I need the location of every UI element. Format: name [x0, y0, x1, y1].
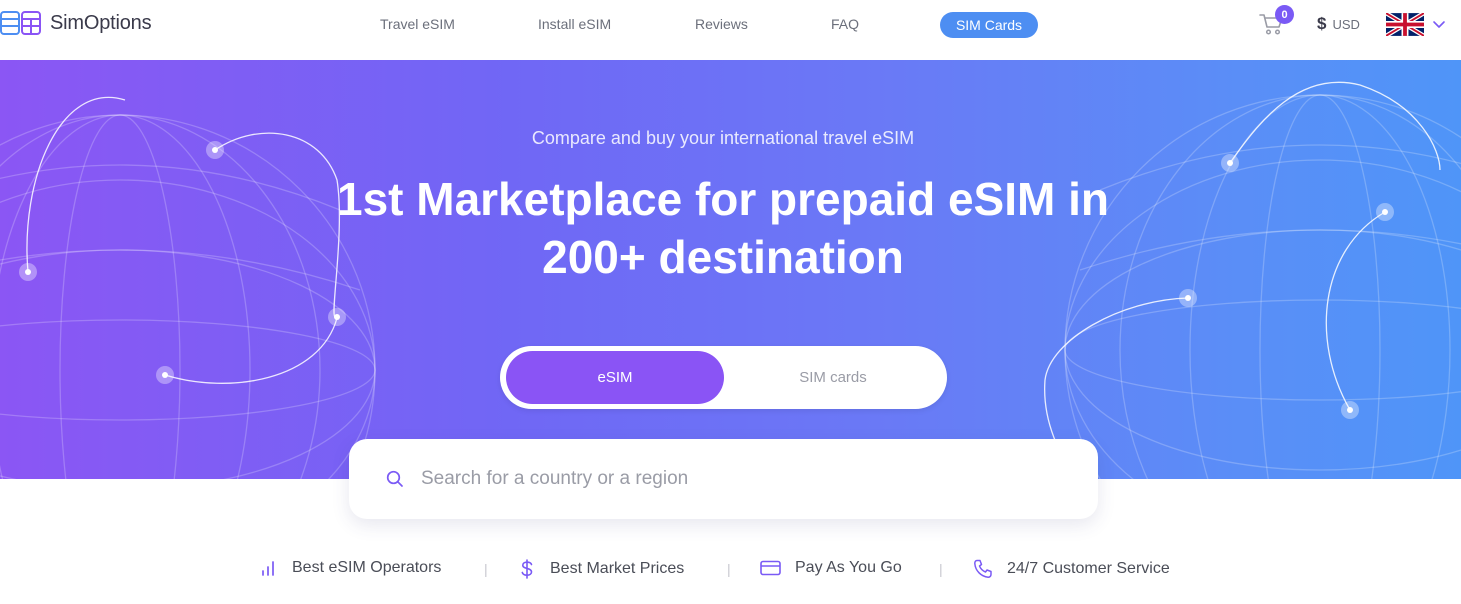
dollar-icon	[521, 559, 533, 579]
feature-label: Pay As You Go	[795, 559, 902, 576]
main-nav: Travel eSIM Install eSIM Reviews FAQ SIM…	[0, 12, 1461, 38]
nav-sim-cards-button[interactable]: SIM Cards	[940, 12, 1038, 38]
currency-selector[interactable]: $ USD	[1317, 14, 1360, 34]
feature-divider: |	[727, 561, 731, 577]
feature-customer-service: 24/7 Customer Service	[973, 559, 1170, 579]
currency-code: USD	[1332, 17, 1360, 32]
search-input[interactable]	[421, 461, 1061, 497]
cart-count-badge: 0	[1275, 5, 1294, 24]
hero-title-line-2: 200+ destination	[542, 231, 904, 283]
feature-divider: |	[484, 561, 488, 577]
hero-banner: Compare and buy your international trave…	[0, 60, 1461, 479]
toggle-sim-cards-button[interactable]: SIM cards	[724, 351, 942, 404]
feature-divider: |	[939, 561, 943, 577]
nav-travel-esim[interactable]: Travel eSIM	[380, 16, 455, 32]
credit-card-icon	[760, 560, 781, 576]
features-strip: Best eSIM Operators | Best Market Prices…	[0, 559, 1461, 581]
hero-title: 1st Marketplace for prepaid eSIM in 200+…	[0, 170, 1446, 286]
chevron-down-icon[interactable]	[1432, 17, 1446, 31]
phone-icon	[974, 559, 992, 578]
top-header: SimOptions Travel eSIM Install eSIM Revi…	[0, 0, 1461, 60]
product-type-toggle: eSIM SIM cards	[500, 346, 947, 409]
nav-reviews[interactable]: Reviews	[695, 16, 748, 32]
feature-best-operators: Best eSIM Operators	[260, 559, 441, 577]
signal-bars-icon	[262, 561, 274, 576]
nav-faq[interactable]: FAQ	[831, 16, 859, 32]
hero-subtitle: Compare and buy your international trave…	[531, 128, 915, 148]
currency-symbol: $	[1317, 14, 1327, 33]
uk-flag-icon[interactable]	[1386, 13, 1424, 36]
search-icon	[386, 470, 403, 487]
destination-search-box	[349, 439, 1098, 519]
nav-install-esim[interactable]: Install eSIM	[538, 16, 611, 32]
feature-label: 24/7 Customer Service	[1007, 560, 1170, 577]
feature-pay-as-you-go: Pay As You Go	[760, 559, 902, 577]
feature-label: Best Market Prices	[550, 560, 685, 577]
hero-title-line-1: 1st Marketplace for prepaid eSIM in	[336, 173, 1109, 225]
feature-best-prices: Best Market Prices	[518, 559, 684, 579]
feature-label: Best eSIM Operators	[292, 559, 442, 576]
toggle-esim-button[interactable]: eSIM	[506, 351, 724, 404]
